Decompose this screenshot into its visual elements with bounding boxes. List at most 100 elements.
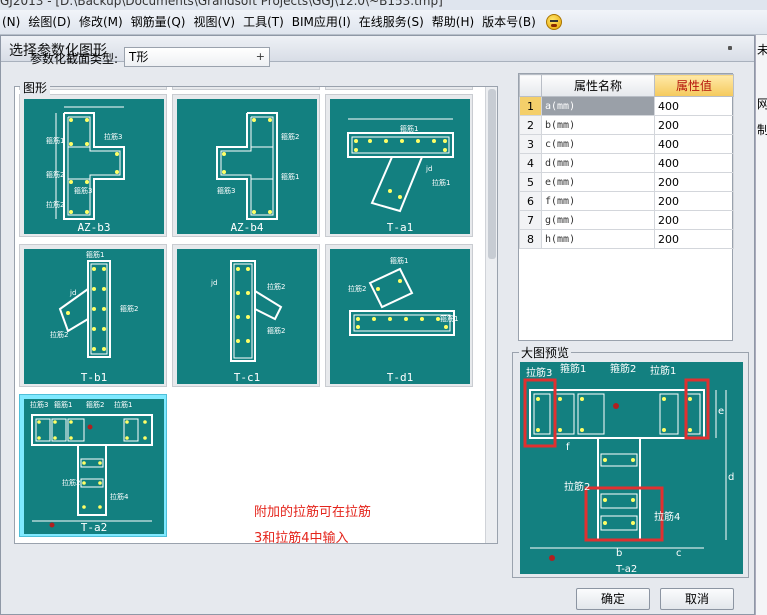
preview-dim-e: e	[718, 406, 724, 417]
tile-caption: T-a1	[386, 221, 414, 234]
menu-item-online-service[interactable]: 在线服务(S)	[357, 10, 430, 34]
row-index: 4	[519, 153, 542, 173]
row-index: 5	[519, 172, 542, 192]
preview-tie3-label: 拉筋3	[526, 366, 552, 379]
menu-item-tools[interactable]: 工具(T)	[241, 10, 290, 34]
menu-item-rebar-quantity[interactable]: 钢筋量(Q)	[129, 10, 192, 34]
cancel-button[interactable]: 取消	[660, 588, 734, 610]
az-b3-stir3-label: 箍筋3	[74, 186, 92, 195]
table-row[interactable]: 2 b(mm) 200	[519, 115, 734, 135]
az-b4-stir1-label: 箍筋1	[281, 172, 299, 181]
az-b3-drawing: 箍筋1 拉筋3 箍筋2 箍筋3 拉筋2	[24, 99, 164, 234]
side-panel-text-3: 制标	[757, 121, 767, 138]
header-index	[519, 74, 542, 97]
t-c1-drawing: jd 拉筋2 箍筋2	[177, 249, 317, 384]
menu-item-modify[interactable]: 修改(M)	[77, 10, 129, 34]
preview-dim-b: b	[616, 548, 622, 559]
tile-caption: T-d1	[386, 371, 414, 384]
graphics-group: 箍筋1 拉筋3 箍筋2 箍筋3 拉筋2 AZ-b3 箍筋3 箍筋2 箍筋1 AZ…	[14, 86, 498, 544]
table-row[interactable]: 7 g(mm) 200	[519, 210, 734, 230]
property-table: 属性名称 属性值 1 a(mm) 400 2 b(mm) 200 3 c(mm) 400 4…	[518, 73, 734, 341]
row-value[interactable]: 400	[654, 134, 734, 154]
t-c1-tie2-label: 拉筋2	[267, 282, 285, 291]
table-row[interactable]: 5 e(mm) 200	[519, 172, 734, 192]
az-b3-stir2-label: 箍筋2	[46, 170, 64, 179]
note-line-2: 3和拉筋4中输入	[254, 531, 349, 546]
row-value[interactable]: 200	[654, 210, 734, 230]
shape-tile-az-b3[interactable]: 箍筋1 拉筋3 箍筋2 箍筋3 拉筋2 AZ-b3	[19, 94, 167, 237]
graphics-tiles: 箍筋1 拉筋3 箍筋2 箍筋3 拉筋2 AZ-b3 箍筋3 箍筋2 箍筋1 AZ…	[15, 87, 485, 543]
row-value[interactable]: 400	[654, 96, 734, 116]
row-name: e(mm)	[541, 172, 655, 192]
t-a2-stir2-label: 箍筋2	[86, 400, 104, 409]
t-c1-stir2-label: 箍筋2	[267, 326, 285, 335]
az-b3-stir1-label: 箍筋1	[46, 136, 64, 145]
t-d1-stir1-label: 箍筋1	[390, 256, 408, 265]
t-a2-tie1-label: 拉筋1	[114, 400, 132, 409]
t-a2-tie4-label: 拉筋4	[110, 492, 129, 501]
row-name: c(mm)	[541, 134, 655, 154]
menu-item-version[interactable]: 版本号(B)	[480, 10, 542, 34]
row-value[interactable]: 200	[654, 229, 734, 249]
shape-tile-t-c1[interactable]: jd 拉筋2 箍筋2 T-c1	[172, 244, 320, 387]
menu-item-view[interactable]: 视图(V)	[191, 10, 241, 34]
table-row[interactable]: 4 d(mm) 400	[519, 153, 734, 173]
table-row[interactable]: 1 a(mm) 400	[519, 96, 734, 116]
t-b1-stir1-label: 箍筋1	[86, 250, 104, 259]
side-panel: 未规 网 制标	[755, 35, 767, 615]
dialog-grip-icon[interactable]	[728, 46, 732, 50]
menu-item-draw[interactable]: 绘图(D)	[26, 10, 77, 34]
t-a1-stir1-label: 箍筋1	[400, 124, 418, 133]
row-name: d(mm)	[541, 153, 655, 173]
row-index: 6	[519, 191, 542, 211]
graphics-group-label: 图形	[20, 79, 51, 96]
scrollbar-thumb[interactable]	[488, 89, 496, 259]
tile-caption: AZ-b4	[230, 221, 264, 234]
section-type-select[interactable]: T形 +	[124, 47, 270, 67]
az-b4-stir2-label: 箍筋2	[281, 132, 299, 141]
t-a2-tie2-label: 拉筋2	[62, 478, 80, 487]
ok-button[interactable]: 确定	[576, 588, 650, 610]
row-value[interactable]: 400	[654, 153, 734, 173]
row-value[interactable]: 200	[654, 172, 734, 192]
row-index: 8	[519, 229, 542, 249]
row-index: 2	[519, 115, 542, 135]
shape-tile-t-a2[interactable]: 拉筋3 箍筋1 箍筋2 拉筋1 拉筋2 拉筋4 T-a2	[19, 394, 167, 537]
shape-tile-t-a1[interactable]: 箍筋1 jd 拉筋1 T-a1	[325, 94, 473, 237]
az-b3-tie3-label: 拉筋3	[104, 132, 122, 141]
preview-tie1-label: 拉筋1	[650, 364, 676, 377]
header-property-value: 属性值	[654, 74, 734, 97]
shape-tile-t-d1[interactable]: 箍筋1 拉筋2 箍筋1 T-d1	[325, 244, 473, 387]
t-b1-stir2-label: 箍筋2	[120, 304, 138, 313]
row-value[interactable]: 200	[654, 115, 734, 135]
row-value[interactable]: 200	[654, 191, 734, 211]
section-type-label: 参数化截面类型:	[30, 52, 119, 66]
az-b4-stir3-label: 箍筋3	[217, 186, 235, 195]
plus-arrow-icon: +	[255, 50, 265, 63]
shape-tile-az-b4[interactable]: 箍筋3 箍筋2 箍筋1 AZ-b4	[172, 94, 320, 237]
shape-tile-partial[interactable]	[325, 87, 473, 90]
row-index: 7	[519, 210, 542, 230]
t-d1-drawing: 箍筋1 拉筋2 箍筋1	[330, 249, 470, 384]
table-row[interactable]: 8 h(mm) 200	[519, 229, 734, 249]
shape-tile-partial[interactable]	[172, 87, 320, 90]
tile-caption: T-c1	[233, 371, 261, 384]
preview-label: 大图预览	[519, 344, 572, 361]
row-index: 1	[519, 96, 542, 116]
menu-item-n[interactable]: (N)	[0, 10, 26, 34]
menu-item-help[interactable]: 帮助(H)	[430, 10, 480, 34]
row-name: b(mm)	[541, 115, 655, 135]
menu-item-bim[interactable]: BIM应用(I)	[290, 10, 357, 34]
side-panel-text-2: 网	[757, 95, 767, 112]
window-title: GJ2013 - [D:\Backup\Documents\Grandsoft …	[0, 0, 443, 8]
row-name: a(mm)	[541, 96, 655, 116]
graphics-scrollbar[interactable]	[485, 87, 497, 543]
smiley-icon[interactable]	[545, 14, 562, 30]
table-row[interactable]: 6 f(mm) 200	[519, 191, 734, 211]
large-preview-drawing: 拉筋3 箍筋1 箍筋2 拉筋1 拉筋2 拉筋4 e d b c f T-a2	[520, 362, 743, 574]
shape-tile-t-b1[interactable]: 箍筋1 箍筋2 拉筋2 jd T-b1	[19, 244, 167, 387]
large-preview-frame: 拉筋3 箍筋1 箍筋2 拉筋1 拉筋2 拉筋4 e d b c f T-a2	[512, 352, 749, 578]
table-row[interactable]: 3 c(mm) 400	[519, 134, 734, 154]
note-text: 附加的拉筋可在拉筋 3和拉筋4中输入	[254, 500, 371, 552]
t-a2-drawing: 拉筋3 箍筋1 箍筋2 拉筋1 拉筋2 拉筋4	[24, 399, 164, 534]
